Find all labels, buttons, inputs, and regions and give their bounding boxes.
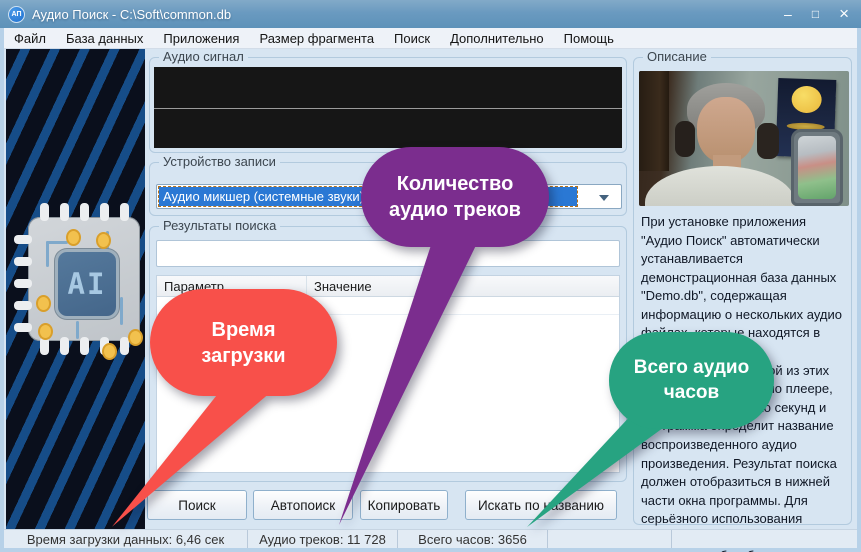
audio-signal-label: Аудио сигнал [159,49,248,64]
microphone [791,129,843,206]
waveform-centerline [154,108,622,109]
maximize-icon[interactable]: □ [812,7,819,21]
callout-load-time: Время загрузки [100,285,345,535]
title-bar: АП Аудио Поиск - C:\Soft\common.db – □ × [0,0,861,28]
callout-total-hours: Всего аудио часов [512,328,784,534]
person-face [697,97,755,163]
menu-applications[interactable]: Приложения [153,28,249,48]
recording-device-label: Устройство записи [159,154,280,169]
callout-track-count-text: Количество аудио треков [361,147,549,247]
search-results-label: Результаты поиска [159,218,280,233]
menu-search[interactable]: Поиск [384,28,440,48]
menu-file[interactable]: Файл [4,28,56,48]
photo-background [639,71,669,171]
menu-fragment-size[interactable]: Размер фрагмента [249,28,384,48]
menu-help[interactable]: Помощь [554,28,624,48]
window-controls: – □ × [784,7,849,21]
menu-bar: Файл База данных Приложения Размер фрагм… [4,28,857,49]
app-window: АП Аудио Поиск - C:\Soft\common.db – □ ×… [0,0,861,552]
window-title: Аудио Поиск - C:\Soft\common.db [32,7,231,22]
menu-database[interactable]: База данных [56,28,153,48]
menu-extra[interactable]: Дополнительно [440,28,554,48]
minimize-icon[interactable]: – [784,7,792,21]
callout-total-hours-text: Всего аудио часов [609,332,774,429]
callout-tail [330,235,500,530]
headphone-right [757,123,779,159]
webcam-photo [639,71,849,206]
close-icon[interactable]: × [839,7,849,21]
person-shirt [645,166,795,206]
audio-signal-display [154,67,622,148]
audio-signal-group: Аудио сигнал [149,57,627,153]
headphone-left [675,121,695,157]
description-label: Описание [643,49,711,64]
app-icon: АП [8,6,25,23]
callout-load-time-text: Время загрузки [150,289,337,396]
chevron-down-icon[interactable] [599,195,609,201]
